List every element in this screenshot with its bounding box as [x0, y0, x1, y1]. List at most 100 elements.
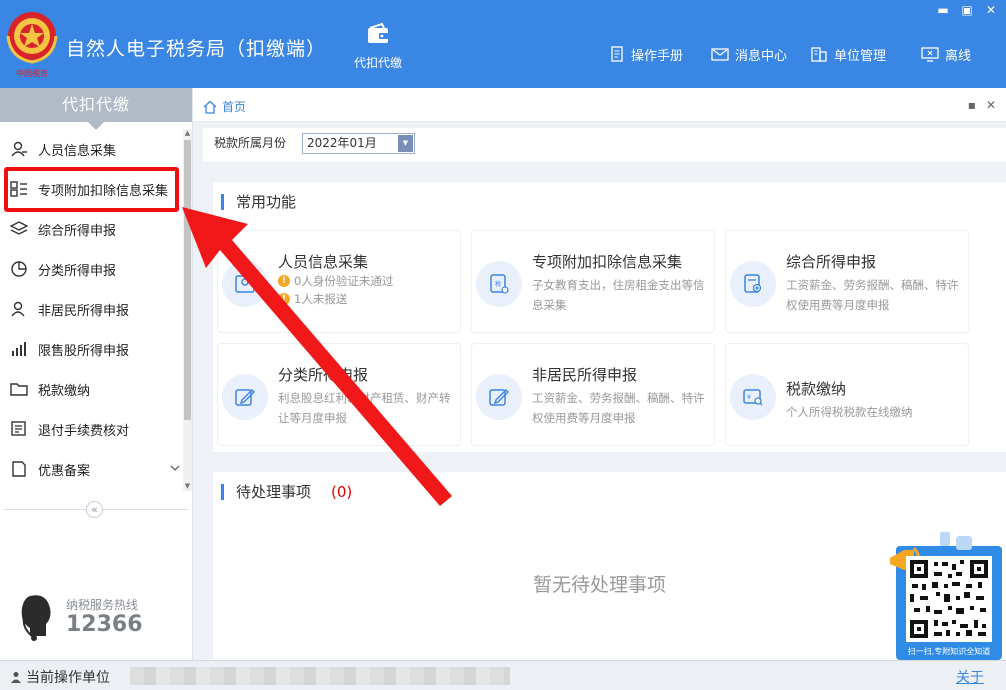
redacted-unit-name: [130, 667, 510, 685]
card-tax-payment[interactable]: ¥ 税款缴纳 个人所得税税款在线缴纳: [725, 343, 969, 446]
sidebar-item-tax-payment[interactable]: 税款缴纳: [0, 369, 182, 409]
app-title: 自然人电子税务局（扣缴端）: [66, 38, 327, 60]
tab-close-button[interactable]: ✕: [986, 98, 996, 112]
nav-offline[interactable]: 离线: [921, 44, 971, 64]
card-icon-bg: [222, 374, 268, 420]
layers-icon: [10, 221, 28, 235]
tax-emblem-logo: 中国税务: [6, 12, 58, 78]
svg-text:中国税务: 中国税务: [16, 68, 48, 78]
card-description: 工资薪金、劳务报酬、稿酬、特许权使用费等月度申报: [532, 391, 705, 425]
card-title: 分类所得申报: [278, 366, 369, 384]
card-icon-bg: [476, 374, 522, 420]
svg-text:税: 税: [495, 280, 501, 288]
card-title: 人员信息采集: [278, 253, 369, 271]
wallet-icon: [368, 22, 388, 43]
tab-controls: ▪ ✕: [968, 98, 996, 112]
card-icon-bg: 税: [476, 261, 522, 307]
status-bar: 当前操作单位 关于: [0, 660, 1006, 690]
offline-icon: [921, 47, 939, 62]
sidebar-item-personnel-info[interactable]: 人员信息采集: [0, 129, 182, 169]
scroll-down-arrow[interactable]: ▼: [183, 482, 192, 491]
user-icon: [11, 672, 21, 683]
tax-month-value: 2022年01月: [307, 136, 377, 150]
sidebar-item-preferential-filing[interactable]: 优惠备案: [0, 449, 182, 489]
minimize-button[interactable]: ▬: [932, 2, 954, 18]
sidebar-item-label: 优惠备案: [38, 463, 91, 479]
sidebar-item-nonresident-income[interactable]: 非居民所得申报: [0, 289, 182, 329]
scroll-up-arrow[interactable]: ▲: [183, 129, 192, 138]
module-daikoudaijiao[interactable]: 代扣代缴: [348, 22, 408, 71]
edit-icon: [489, 389, 509, 406]
current-unit-label-text: 当前操作单位: [26, 670, 110, 686]
sidebar-collapse-button[interactable]: «: [86, 501, 103, 518]
mail-icon: [711, 48, 729, 61]
current-unit-label: 当前操作单位: [10, 667, 110, 687]
sidebar-item-restricted-shares[interactable]: 限售股所得申报: [0, 329, 182, 369]
sidebar-item-label: 综合所得申报: [38, 223, 117, 239]
filter-bar: 税款所属月份 2022年01月 ▼: [203, 128, 1006, 162]
card-nonresident-income[interactable]: 非居民所得申报 工资薪金、劳务报酬、稿酬、特许权使用费等月度申报: [471, 343, 715, 446]
card-description: 利息股息红利、财产租赁、财产转让等月度申报: [278, 391, 451, 425]
pending-empty-text: 暂无待处理事项: [533, 574, 667, 596]
card-special-deduction[interactable]: 税 专项附加扣除信息采集 子女教育支出，住房租金支出等信息采集: [471, 230, 715, 333]
card-description: 个人所得税税款在线缴纳: [786, 405, 913, 419]
pie-icon: [11, 261, 27, 277]
dropdown-arrow-icon[interactable]: ▼: [398, 135, 413, 152]
chevron-down-icon: [170, 465, 180, 471]
sidebar-item-comprehensive-income[interactable]: 综合所得申报: [0, 209, 182, 249]
card-description: 工资薪金、劳务报酬、稿酬、特许权使用费等月度申报: [786, 278, 959, 312]
card-personnel-info[interactable]: 人员信息采集 ! 0人身份验证未通过 ! 1人未报送: [217, 230, 461, 333]
close-button[interactable]: ✕: [980, 2, 1002, 18]
sidebar-item-label: 人员信息采集: [38, 143, 117, 159]
report-add-icon: [744, 274, 762, 293]
tax-month-label: 税款所属月份: [214, 136, 287, 150]
pending-title-text: 待处理事项: [236, 483, 312, 501]
card-icon-bg: [222, 261, 268, 307]
warning-text: 1人未报送: [294, 292, 348, 306]
warning-text: 0人身份验证未通过: [294, 274, 394, 288]
card-comprehensive-income[interactable]: 综合所得申报 工资薪金、劳务报酬、稿酬、特许权使用费等月度申报: [725, 230, 969, 333]
sidebar-item-label: 非居民所得申报: [38, 303, 130, 319]
tax-month-select[interactable]: 2022年01月 ▼: [302, 133, 415, 154]
sidebar-item-classified-income[interactable]: 分类所得申报: [0, 249, 182, 289]
nav-messages[interactable]: 消息中心: [711, 44, 787, 64]
sidebar-scroll-thumb[interactable]: [184, 140, 191, 420]
tax-document-icon: 税: [490, 274, 509, 294]
highlight-box: [4, 167, 179, 212]
nav-messages-label: 消息中心: [735, 48, 788, 64]
sidebar-item-refund-fee-check[interactable]: 退付手续费核对: [0, 409, 182, 449]
hotline-label: 纳税服务热线: [66, 598, 139, 612]
card-classified-income[interactable]: 分类所得申报 利息股息红利、财产租赁、财产转让等月度申报: [217, 343, 461, 446]
sidebar-item-label: 分类所得申报: [38, 263, 117, 279]
nav-unit-management[interactable]: 单位管理: [810, 44, 886, 64]
qr-code-widget[interactable]: 扫一扫,专附知识全知道: [890, 520, 1002, 660]
person-alt-icon: [11, 301, 25, 317]
app-header: 中国税务 自然人电子税务局（扣缴端） 代扣代缴 操作手册 消息中心 单位管理 离…: [0, 0, 1006, 88]
card-warning: ! 1人未报送: [278, 291, 347, 307]
maximize-button[interactable]: ▣: [956, 2, 978, 18]
card-description: 子女教育支出，住房租金支出等信息采集: [532, 278, 705, 312]
sidebar-item-label: 限售股所得申报: [38, 343, 130, 359]
id-card-icon: [235, 275, 255, 293]
card-icon-bg: [730, 261, 776, 307]
card-icon-bg: ¥: [730, 374, 776, 420]
warning-icon: !: [278, 293, 290, 305]
common-functions-title: 常用功能: [221, 194, 296, 210]
card-title: 非居民所得申报: [532, 366, 638, 384]
nav-manual[interactable]: 操作手册: [609, 44, 683, 64]
bar-chart-icon: [12, 342, 26, 356]
tab-restore-button[interactable]: ▪: [968, 98, 976, 112]
home-icon: [203, 100, 217, 114]
card-title: 税款缴纳: [786, 380, 847, 398]
headset-icon: [21, 595, 51, 641]
common-functions-panel: 常用功能 人员信息采集 ! 0人身份验证未通过 ! 1人未报送 税 专项附加扣除信息…: [213, 182, 1006, 452]
nav-manual-label: 操作手册: [631, 48, 684, 64]
folder-icon: [10, 383, 28, 396]
building-icon: [811, 47, 827, 62]
tab-bar: 首页 ▪ ✕: [193, 88, 1006, 122]
file-icon: [12, 461, 26, 477]
tab-home[interactable]: 首页: [203, 98, 246, 115]
about-link[interactable]: 关于: [956, 667, 984, 687]
svg-text:¥: ¥: [747, 394, 751, 401]
nav-unit-label: 单位管理: [834, 48, 887, 64]
